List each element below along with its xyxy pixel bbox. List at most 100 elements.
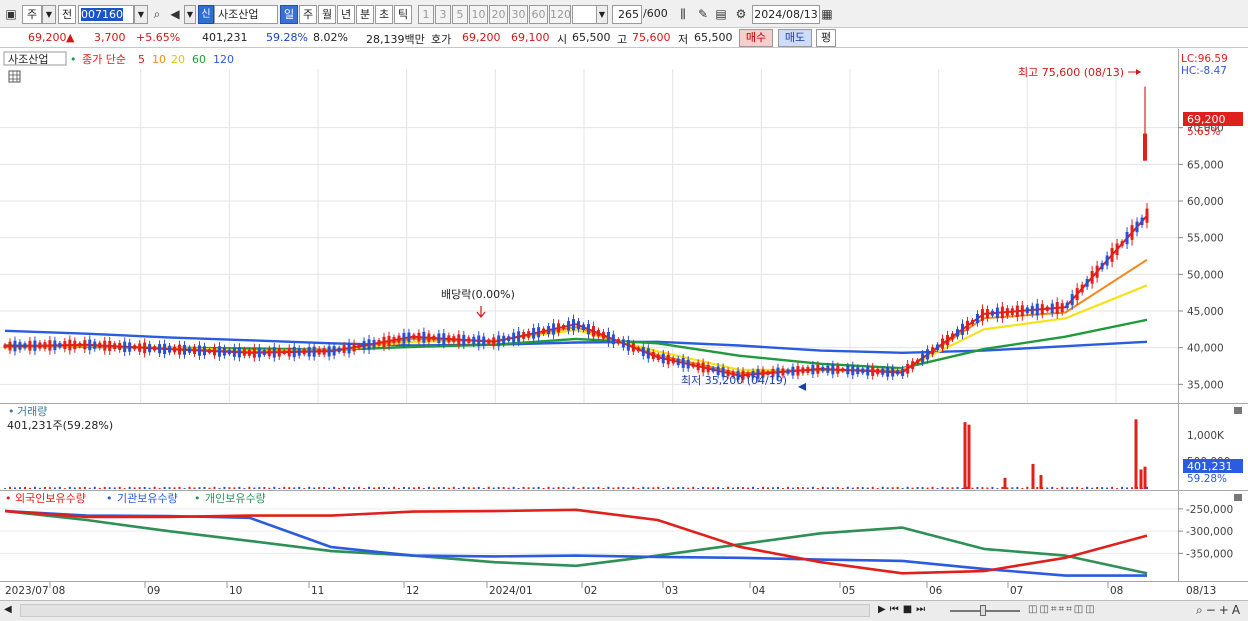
volume-bar-small xyxy=(856,487,859,489)
period-button-1[interactable]: 주 xyxy=(299,5,317,24)
legend-ma-10[interactable]: 10 xyxy=(152,53,166,66)
volume-bar-small xyxy=(1061,486,1064,489)
candle-body xyxy=(811,364,815,375)
volume-chart-panel[interactable]: • 거래량 401,231주(59.28%) 1,000K 500,000 40… xyxy=(0,403,1248,490)
volume-close-icon[interactable] xyxy=(1234,407,1242,414)
holdings-line-2 xyxy=(4,509,1148,575)
low-annotation: 최저 35,200 (04/19) xyxy=(681,374,787,387)
period-button-3[interactable]: 년 xyxy=(337,5,355,24)
period-button-2[interactable]: 월 xyxy=(318,5,336,24)
candle-type-icon[interactable]: ⫼ xyxy=(676,7,690,21)
table-view-icon[interactable] xyxy=(8,70,21,83)
tool-icons[interactable]: ◫◫⌗⌗⌗◫◫ xyxy=(1028,604,1097,615)
data-count-input[interactable]: 265 xyxy=(612,5,642,24)
candle-body xyxy=(68,339,72,351)
date-input[interactable]: 2024/08/13 xyxy=(752,5,820,24)
volume-bar-small xyxy=(472,487,475,489)
legend-ma-title[interactable]: 종가 단순 xyxy=(82,53,126,66)
volume-bar-small xyxy=(806,487,809,489)
legend-ma-5[interactable]: 5 xyxy=(138,53,145,66)
candle-body xyxy=(926,349,930,360)
turnover-ratio: 8.02% xyxy=(313,31,348,44)
sell-button[interactable]: 매도 xyxy=(778,29,812,47)
volume-bar-small xyxy=(188,486,191,489)
market-dropdown-icon[interactable]: ▼ xyxy=(42,5,56,24)
zoom-slider-handle[interactable] xyxy=(980,605,986,616)
legend-foreign-dot: • xyxy=(5,492,12,505)
candle-body xyxy=(916,359,920,364)
draw-tool-icon[interactable]: ✎ xyxy=(696,7,710,21)
candle-body xyxy=(347,342,351,354)
volume-bar-small xyxy=(1121,486,1124,489)
period-button-6[interactable]: 틱 xyxy=(394,5,412,24)
buy-button[interactable]: 매수 xyxy=(739,29,773,47)
candle-body xyxy=(392,337,396,344)
code-dropdown-icon[interactable]: ▼ xyxy=(134,5,148,24)
legend-indiv[interactable]: 개인보유수량 xyxy=(205,492,266,505)
interval-button-5[interactable]: 5 xyxy=(452,5,468,24)
interval-button-30[interactable]: 30 xyxy=(509,5,528,24)
candle-body xyxy=(965,320,969,331)
candle-body xyxy=(242,349,246,356)
interval-button-1[interactable]: 1 xyxy=(418,5,434,24)
holdings-chart-panel[interactable]: -250,000 -300,000 -350,000 • 외국인보유수량 • 기관보… xyxy=(0,490,1248,600)
period-button-0[interactable]: 일 xyxy=(280,5,298,24)
search-icon[interactable]: ⌕ xyxy=(150,7,164,21)
interval-button-60[interactable]: 60 xyxy=(529,5,548,24)
volume-bar-small xyxy=(537,486,540,489)
gear-icon[interactable]: ⚙ xyxy=(734,7,748,21)
playback-controls-icon[interactable]: ▶⏮■⏭ xyxy=(878,604,929,615)
legend-foreign[interactable]: 외국인보유수량 xyxy=(15,492,86,505)
interval-button-10[interactable]: 10 xyxy=(469,5,488,24)
volume-bar-spike xyxy=(1039,475,1043,489)
volume-bar-small xyxy=(452,486,455,489)
volume-bar-small xyxy=(707,487,710,489)
holdings-close-icon[interactable] xyxy=(1234,494,1242,501)
legend-stock-name[interactable]: 사조산업 xyxy=(8,53,48,66)
prefix-button[interactable]: 전 xyxy=(58,5,76,24)
speaker-dropdown-icon[interactable]: ▼ xyxy=(184,5,196,24)
scroll-track[interactable] xyxy=(20,604,870,617)
volume-bar-small xyxy=(163,486,166,489)
x-axis-label: 2023/07 xyxy=(5,585,49,597)
candle-body xyxy=(626,340,630,351)
volume-title[interactable]: 거래량 xyxy=(17,405,47,418)
scroll-left-icon[interactable]: ◀ xyxy=(4,604,12,615)
candle-body xyxy=(317,348,321,355)
volume-bar-small xyxy=(13,487,16,489)
legend-ma-120[interactable]: 120 xyxy=(213,53,234,66)
volume-bar-small xyxy=(776,486,779,489)
candle-body xyxy=(3,344,7,348)
stock-code-input[interactable]: 007160 xyxy=(78,5,134,24)
candle-body xyxy=(1030,305,1034,315)
candle-body xyxy=(990,310,994,316)
interval-dropdown-icon[interactable]: ▼ xyxy=(596,5,608,24)
bottom-scrollbar[interactable]: ◀ ▶⏮■⏭ ◫◫⌗⌗⌗◫◫ ⌕−+A xyxy=(0,600,1248,621)
candle-body xyxy=(960,323,964,335)
volume-bar-small xyxy=(88,487,91,489)
zoom-controls-icon[interactable]: ⌕−+A xyxy=(1196,603,1243,618)
interval-button-3[interactable]: 3 xyxy=(435,5,451,24)
market-select[interactable]: 주 xyxy=(22,5,42,24)
price-chart-panel[interactable]: 35,000 40,000 45,000 50,000 55,000 60,000 65,0… xyxy=(0,49,1248,403)
stock-name-field[interactable]: 사조산업 xyxy=(214,5,278,24)
candle-body xyxy=(357,344,361,349)
legend-inst[interactable]: 기관보유수량 xyxy=(117,492,178,505)
interval-button-120[interactable]: 120 xyxy=(549,5,571,24)
legend-ma-60[interactable]: 60 xyxy=(192,53,206,66)
candle-body xyxy=(252,347,256,358)
speaker-icon[interactable]: ◀ xyxy=(168,7,182,21)
save-icon[interactable]: ▤ xyxy=(714,7,728,21)
volume-bar-small xyxy=(378,487,381,489)
interval-button-20[interactable]: 20 xyxy=(489,5,508,24)
screen-menu-icon[interactable]: ▣ xyxy=(4,7,18,21)
volume-bar-small xyxy=(422,488,425,489)
legend-ma-20[interactable]: 20 xyxy=(171,53,185,66)
candle-body xyxy=(168,345,172,353)
evaluate-button[interactable]: 평 xyxy=(816,29,836,47)
period-button-5[interactable]: 초 xyxy=(375,5,393,24)
period-button-4[interactable]: 분 xyxy=(356,5,374,24)
volume-bar-small xyxy=(158,487,161,489)
calendar-icon[interactable]: ▦ xyxy=(820,7,834,21)
candle-body xyxy=(567,321,571,331)
